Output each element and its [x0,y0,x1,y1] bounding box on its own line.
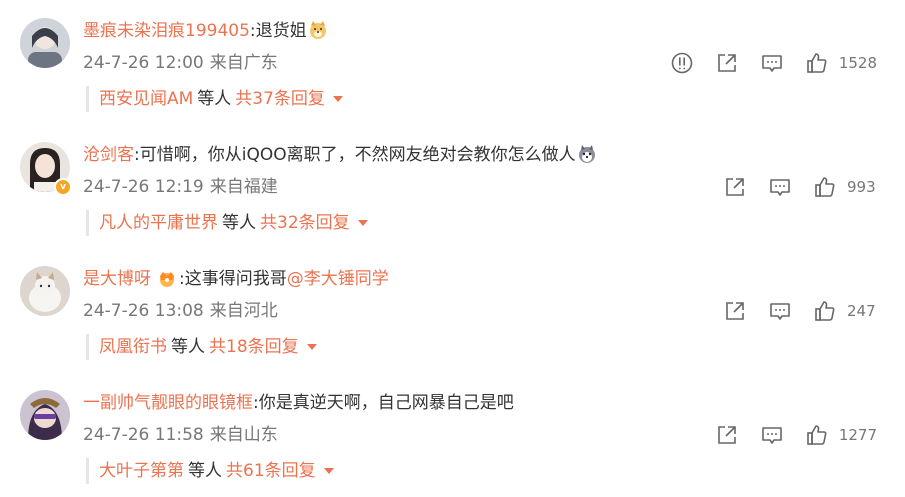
location: 来自山东 [209,425,278,445]
husky-emoji-icon [577,144,597,164]
timestamp: 24-7-26 11:58 [83,425,204,445]
comment-text: :退货姐 [249,21,307,41]
reply-user-link[interactable]: 凤凰衔书 [99,337,167,357]
comment-actions: 1277 [694,421,877,449]
username-link[interactable]: 墨痕未染泪痕199405 [83,21,250,41]
reply-etc: 等人 [222,213,256,233]
like-button[interactable]: 247 [813,299,877,323]
comment-line: 沧剑客:可惜啊，你从iQOO离职了，不然网友绝对会教你怎么做人 [83,142,597,168]
comment-meta: 24-7-26 11:58 来自山东 [83,423,278,447]
like-button[interactable]: 1277 [805,423,877,447]
comment-meta: 24-7-26 12:00 来自广东 [83,51,278,75]
reply-summary[interactable]: 大叶子第第 等人 共61条回复 [86,458,334,484]
comment-item: 是大博呀:这事得问我哥@李大锤同学 24-7-26 13:08 来自河北 247 … [0,248,905,372]
like-count: 1528 [838,54,877,72]
chevron-down-icon[interactable] [332,96,343,102]
reply-total-link[interactable]: 共18条回复 [209,337,299,357]
share-icon[interactable] [723,175,747,199]
like-icon[interactable] [805,423,829,447]
reply-total-link[interactable]: 共37条回复 [235,89,325,109]
like-count: 993 [847,178,876,196]
comment-text: :你是真逆天啊，自己网暴自己是吧 [253,393,514,413]
share-icon[interactable] [715,51,739,75]
comment-icon[interactable] [760,423,784,447]
comment-item: v 沧剑客:可惜啊，你从iQOO离职了，不然网友绝对会教你怎么做人 24-7-2… [0,124,905,248]
mention-link[interactable]: @李大锤同学 [287,269,389,289]
username-link[interactable]: 一副帅气靓眼的眼镜框 [83,393,253,413]
comment-icon[interactable] [768,175,792,199]
like-count: 247 [847,302,876,320]
reply-etc: 等人 [171,337,205,357]
share-icon[interactable] [715,423,739,447]
comment-item: 墨痕未染泪痕199405:退货姐 24-7-26 12:00 来自广东 1528 … [0,0,905,124]
avatar[interactable] [20,18,70,68]
like-button[interactable]: 993 [813,175,877,199]
comment-line: 一副帅气靓眼的眼镜框:你是真逆天啊，自己网暴自己是吧 [83,390,514,416]
like-icon[interactable] [805,51,829,75]
chevron-down-icon[interactable] [306,344,317,350]
comment-meta: 24-7-26 13:08 来自河北 [83,299,278,323]
like-button[interactable]: 1528 [805,51,877,75]
share-icon[interactable] [723,299,747,323]
timestamp: 24-7-26 13:08 [83,301,204,321]
reply-etc: 等人 [197,89,232,109]
chevron-down-icon[interactable] [357,220,368,226]
comment-text: :可惜啊，你从iQOO离职了，不然网友绝对会教你怎么做人 [134,145,576,165]
comment-actions: 993 [702,173,877,201]
reply-summary[interactable]: 凤凰衔书 等人 共18条回复 [86,334,317,360]
reply-user-link[interactable]: 大叶子第第 [99,461,184,481]
comment-icon[interactable] [760,51,784,75]
comment-item: 一副帅气靓眼的眼镜框:你是真逆天啊，自己网暴自己是吧 24-7-26 11:58… [0,372,905,496]
reply-total-link[interactable]: 共61条回复 [226,461,316,481]
username-link[interactable]: 沧剑客 [83,145,134,165]
avatar[interactable] [20,266,70,316]
comment-actions: 247 [702,297,877,325]
reply-summary[interactable]: 西安见闻AM 等人 共37条回复 [86,86,343,112]
username-link[interactable]: 是大博呀 [83,269,151,289]
reply-user-link[interactable]: 凡人的平庸世界 [99,213,218,233]
like-icon[interactable] [813,175,837,199]
comment-text: :这事得问我哥 [179,269,287,289]
avatar[interactable] [20,390,70,440]
timestamp: 24-7-26 12:00 [83,53,204,73]
doge-emoji-icon [308,20,328,40]
comment-line: 是大博呀 :这事得问我哥@李大锤同学 [83,266,389,292]
reply-total-link[interactable]: 共32条回复 [260,213,350,233]
like-count: 1277 [838,426,877,444]
reply-summary[interactable]: 凡人的平庸世界 等人 共32条回复 [86,210,368,236]
timestamp: 24-7-26 12:19 [83,177,204,197]
report-icon[interactable] [670,51,694,75]
comment-meta: 24-7-26 12:19 来自福建 [83,175,278,199]
reply-user-link[interactable]: 西安见闻AM [99,89,193,109]
location: 来自广东 [209,53,278,73]
comment-icon[interactable] [768,299,792,323]
crown-icon [157,268,177,288]
like-icon[interactable] [813,299,837,323]
comment-actions: 1528 [649,49,877,77]
reply-etc: 等人 [188,461,222,481]
location: 来自河北 [209,301,278,321]
location: 来自福建 [209,177,278,197]
chevron-down-icon[interactable] [323,468,334,474]
comment-line: 墨痕未染泪痕199405:退货姐 [83,18,328,44]
verified-badge: v [54,178,72,196]
